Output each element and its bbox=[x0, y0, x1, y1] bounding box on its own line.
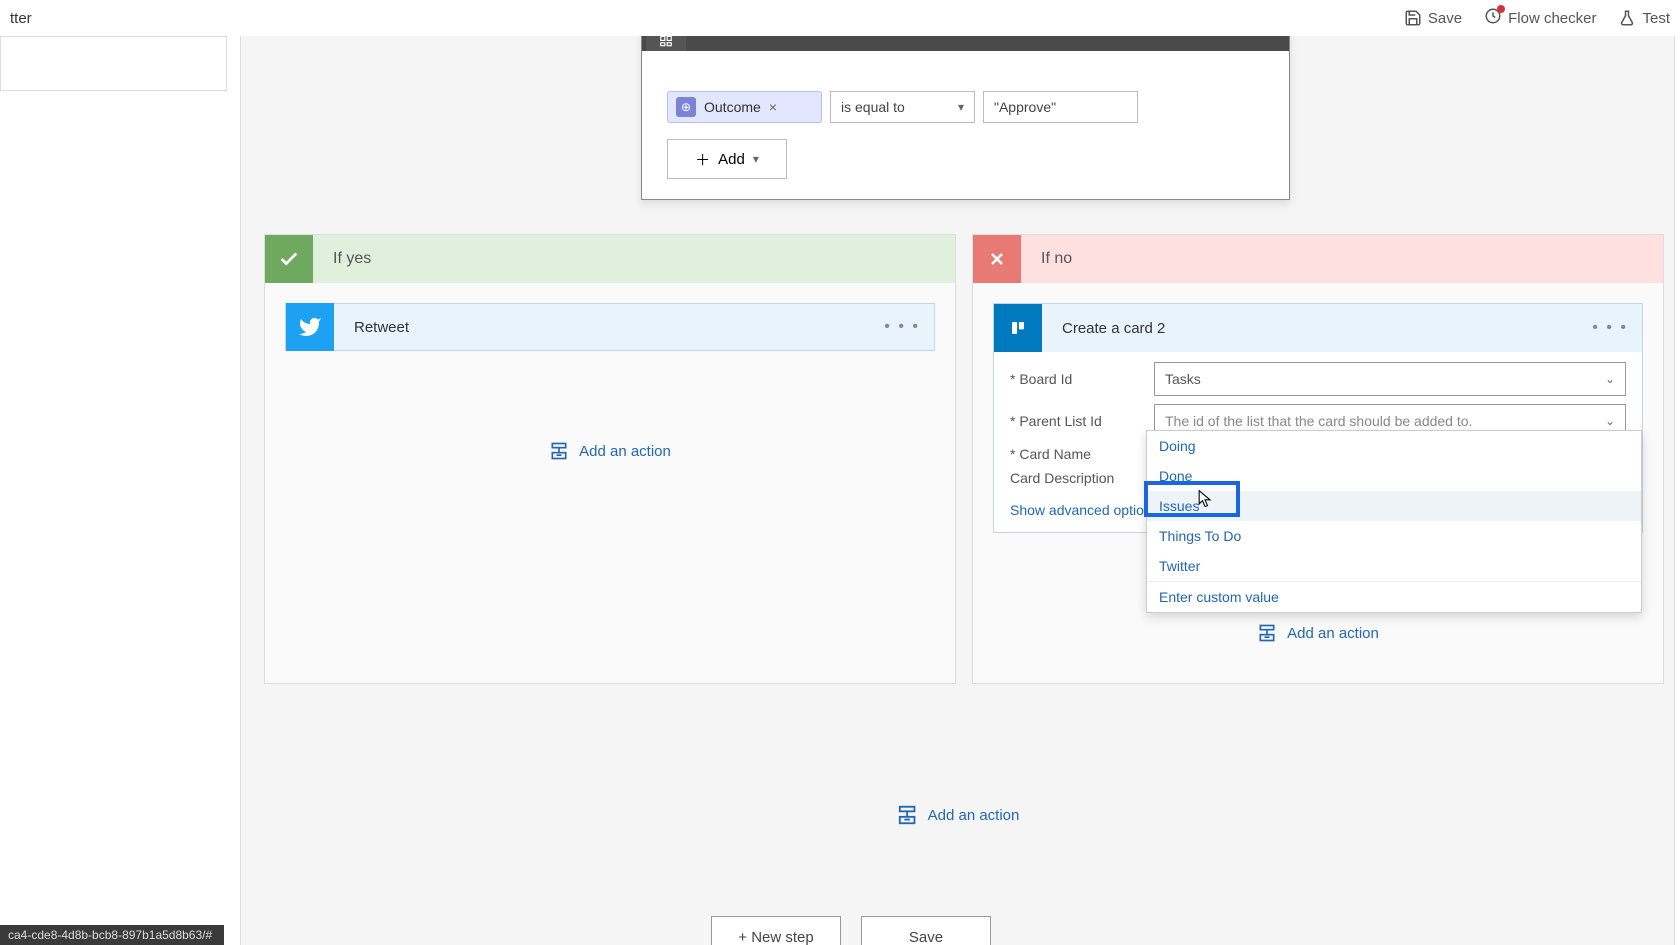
test-button[interactable]: Test bbox=[1618, 7, 1670, 29]
if-no-branch: If no Create a card 2 • • • * Board Id bbox=[972, 234, 1664, 684]
plus-icon: ＋ bbox=[695, 149, 710, 170]
card-desc-label: Card Description bbox=[1010, 470, 1146, 486]
status-bar: ca4-cde8-4d8b-bcb8-897b1a5d8b63/# bbox=[0, 925, 224, 945]
condition-lhs-token[interactable]: ⊕ Outcome × bbox=[667, 91, 822, 123]
condition-operator-select[interactable]: is equal to ▾ bbox=[830, 91, 975, 123]
condition-value-text: "Approve" bbox=[994, 99, 1056, 115]
chevron-down-icon: ▾ bbox=[958, 100, 964, 114]
flow-checker-icon bbox=[1484, 7, 1502, 29]
trello-icon bbox=[994, 304, 1042, 352]
add-action-no[interactable]: Add an action bbox=[973, 623, 1663, 643]
board-id-value: Tasks bbox=[1165, 371, 1201, 387]
parent-list-placeholder: The id of the list that the card should … bbox=[1165, 413, 1472, 429]
create-card-title: Create a card 2 bbox=[1062, 320, 1165, 337]
add-action-bottom[interactable]: Add an action bbox=[896, 804, 1020, 826]
save-label: Save bbox=[1428, 10, 1462, 27]
dropdown-item-issues[interactable]: Issues bbox=[1147, 491, 1641, 521]
flask-icon bbox=[1618, 9, 1636, 27]
show-advanced-label: Show advanced options bbox=[1010, 502, 1159, 518]
add-action-icon bbox=[1257, 623, 1277, 643]
footer-buttons: + New step Save bbox=[711, 916, 991, 945]
board-id-row: * Board Id Tasks ⌄ bbox=[1010, 362, 1626, 396]
more-menu-icon[interactable]: • • • bbox=[1592, 319, 1628, 337]
dropdown-item-things-to-do[interactable]: Things To Do bbox=[1147, 521, 1641, 551]
flow-checker-button[interactable]: Flow checker bbox=[1484, 7, 1596, 29]
board-id-select[interactable]: Tasks ⌄ bbox=[1154, 362, 1626, 396]
condition-value-input[interactable]: "Approve" bbox=[983, 91, 1138, 123]
save-flow-button[interactable]: Save bbox=[861, 916, 991, 945]
branches-row: If yes Retweet • • • Add an action bbox=[264, 234, 1664, 684]
create-card-body: * Board Id Tasks ⌄ * Parent List Id The … bbox=[994, 352, 1642, 532]
retweet-title: Retweet bbox=[354, 319, 409, 336]
save-button[interactable]: Save bbox=[1404, 7, 1462, 29]
condition-row: ⊕ Outcome × is equal to ▾ "Approve" bbox=[667, 91, 1264, 123]
add-action-icon bbox=[896, 804, 918, 826]
more-menu-icon[interactable]: • • • bbox=[884, 318, 920, 336]
condition-icon bbox=[646, 36, 686, 51]
if-yes-branch: If yes Retweet • • • Add an action bbox=[264, 234, 956, 684]
outcome-token-icon: ⊕ bbox=[676, 97, 696, 117]
add-condition-button[interactable]: ＋ Add ▾ bbox=[667, 139, 787, 179]
chevron-down-icon: ⌄ bbox=[1605, 372, 1615, 386]
condition-header bbox=[642, 36, 1289, 51]
dropdown-item-doing[interactable]: Doing bbox=[1147, 431, 1641, 461]
retweet-action-card[interactable]: Retweet • • • bbox=[285, 303, 935, 351]
create-card-header[interactable]: Create a card 2 • • • bbox=[994, 304, 1642, 352]
add-action-icon bbox=[549, 441, 569, 461]
condition-card[interactable]: ⊕ Outcome × is equal to ▾ "Approve" ＋ Ad… bbox=[641, 36, 1290, 200]
create-card-action: Create a card 2 • • • * Board Id Tasks ⌄… bbox=[993, 303, 1643, 533]
left-panel-fragment bbox=[0, 36, 227, 91]
chevron-down-icon: ⌄ bbox=[1605, 414, 1615, 428]
token-remove-icon[interactable]: × bbox=[769, 99, 777, 115]
twitter-icon bbox=[286, 303, 334, 351]
condition-body: ⊕ Outcome × is equal to ▾ "Approve" ＋ Ad… bbox=[642, 51, 1289, 199]
topbar-actions: Save Flow checker Test bbox=[1404, 7, 1670, 29]
if-no-title: If no bbox=[1041, 250, 1072, 268]
if-yes-header[interactable]: If yes bbox=[265, 235, 955, 283]
breadcrumb-fragment: tter bbox=[10, 10, 32, 27]
dropdown-item-custom[interactable]: Enter custom value bbox=[1147, 581, 1641, 612]
test-label: Test bbox=[1642, 10, 1670, 27]
add-action-yes[interactable]: Add an action bbox=[265, 441, 955, 461]
topbar: tter Save Flow checker Test bbox=[0, 0, 1680, 36]
dropdown-item-twitter[interactable]: Twitter bbox=[1147, 551, 1641, 581]
new-step-button[interactable]: + New step bbox=[711, 916, 841, 945]
card-name-label: * Card Name bbox=[1010, 446, 1146, 462]
outcome-token-label: Outcome bbox=[704, 99, 761, 115]
if-yes-title: If yes bbox=[333, 250, 371, 268]
parent-list-label: * Parent List Id bbox=[1010, 413, 1146, 429]
dropdown-item-done[interactable]: Done bbox=[1147, 461, 1641, 491]
if-no-header[interactable]: If no bbox=[973, 235, 1663, 283]
add-action-bottom-label: Add an action bbox=[928, 807, 1020, 824]
check-icon bbox=[265, 235, 313, 283]
add-action-no-label: Add an action bbox=[1287, 625, 1379, 642]
add-action-yes-label: Add an action bbox=[579, 443, 671, 460]
operator-label: is equal to bbox=[841, 99, 905, 115]
cross-icon bbox=[973, 235, 1021, 283]
chevron-down-icon: ▾ bbox=[753, 152, 759, 166]
save-icon bbox=[1404, 9, 1422, 27]
board-id-label: * Board Id bbox=[1010, 371, 1146, 387]
flow-canvas: ⊕ Outcome × is equal to ▾ "Approve" ＋ Ad… bbox=[240, 36, 1675, 945]
add-label: Add bbox=[718, 151, 745, 168]
parent-list-dropdown: Doing Done Issues Things To Do Twitter E… bbox=[1146, 430, 1642, 613]
flow-checker-label: Flow checker bbox=[1508, 10, 1596, 27]
